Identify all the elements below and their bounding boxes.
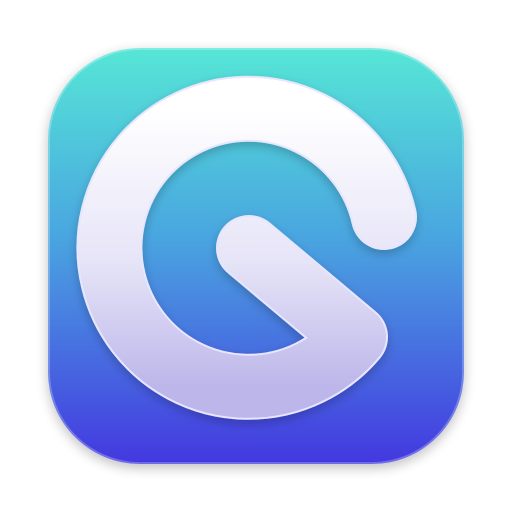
app-icon[interactable]	[0, 0, 512, 512]
app-icon-canvas	[0, 0, 512, 512]
